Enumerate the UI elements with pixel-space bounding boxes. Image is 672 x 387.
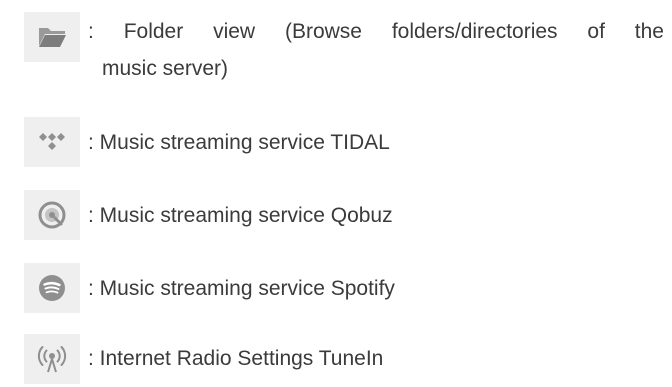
folder-icon-box	[24, 12, 80, 62]
tidal-icon	[39, 133, 65, 150]
folder-icon	[39, 28, 66, 47]
folder-description-line1: : Folder view (Browse folders/directorie…	[88, 20, 664, 43]
tunein-icon-box	[24, 334, 80, 384]
tunein-radio-icon	[37, 346, 67, 373]
qobuz-description: : Music streaming service Qobuz	[88, 204, 393, 227]
folder-description: : Folder view (Browse folders/directorie…	[88, 13, 664, 87]
spotify-description: : Music streaming service Spotify	[88, 277, 395, 300]
tidal-description: : Music streaming service TIDAL	[88, 131, 390, 154]
folder-description-line2: music server)	[102, 57, 229, 80]
tidal-icon-box	[24, 117, 80, 167]
qobuz-icon	[38, 201, 66, 229]
spotify-icon-box	[24, 263, 80, 313]
tunein-description: : Internet Radio Settings TuneIn	[88, 347, 384, 370]
qobuz-icon-box	[24, 190, 80, 240]
spotify-icon	[39, 275, 65, 301]
